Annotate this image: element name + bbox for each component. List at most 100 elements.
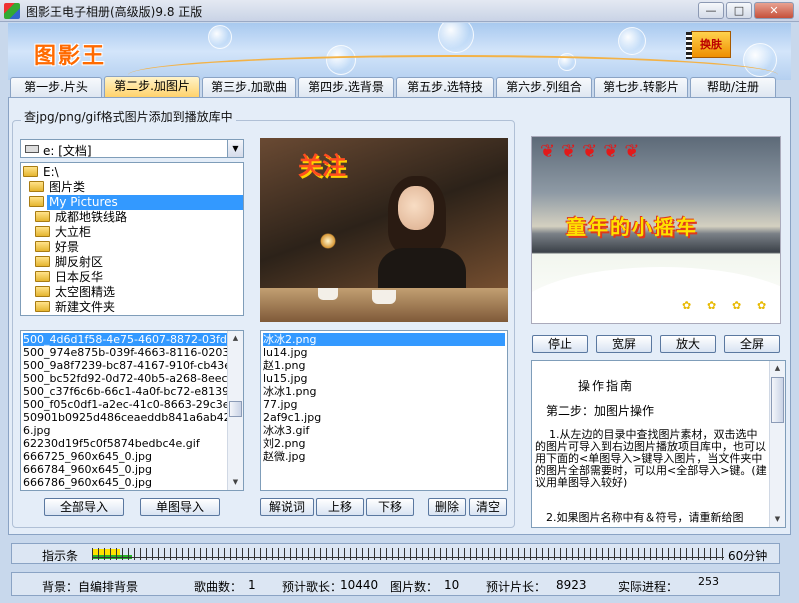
guide-paragraph: 1.从左边的目录中查找图片素材，双击选中的图片可导入到右边图片播放项目库中，也可… [535,428,767,489]
maximize-button[interactable]: □ [726,2,752,19]
tab-step5-effects[interactable]: 第五步.选特技 [396,77,494,98]
tab-step7-export[interactable]: 第七步.转影片 [594,77,688,98]
tab-step2-add-pictures[interactable]: 第二步.加图片 [104,76,200,99]
tab-step3-add-songs[interactable]: 第三步.加歌曲 [202,77,296,98]
dir-item[interactable]: 成都地铁线路 [35,210,243,225]
zoom-button[interactable]: 放大 [660,335,716,353]
clear-button[interactable]: 清空 [469,498,507,516]
skin-button[interactable]: 换肤 [686,31,731,59]
scroll-down-icon[interactable]: ▼ [771,513,784,526]
playlist-item[interactable]: 77.jpg [263,398,505,411]
flower-icon: ✿ [757,299,767,312]
dir-item[interactable]: 脚反射区 [35,255,243,270]
dir-item[interactable]: E:\ [23,165,243,180]
dir-item[interactable]: 图片类 [29,180,243,195]
playlist-item[interactable]: lu14.jpg [263,346,505,359]
playlist-item[interactable]: 2af9c1.jpg [263,411,505,424]
file-item[interactable]: 500_bc52fd92-0d72-40b5-a268-8eec451f [23,372,227,385]
flower-icon: ✿ [732,299,742,312]
narration-button[interactable]: 解说词 [260,498,314,516]
import-single-button[interactable]: 单图导入 [140,498,220,516]
drive-icon [25,145,39,153]
status-songs: 1 [248,578,256,592]
bubble-decoration [438,23,474,53]
dir-item[interactable]: 好景 [35,240,243,255]
file-item-selected[interactable]: 500_4d6d1f58-4e75-4607-8872-03fd67bb [23,333,227,346]
tab-help-register[interactable]: 帮助/注册 [690,77,776,98]
minimize-button[interactable]: — [698,2,724,19]
banner: 图影王 换肤 [8,23,791,80]
playlist-item[interactable]: 赵1.png [263,359,505,372]
dir-item-selected[interactable]: My Pictures [29,195,243,210]
drive-select[interactable]: e: [文档] ▼ [20,139,244,158]
dropdown-arrow-icon[interactable]: ▼ [227,140,243,157]
stop-button[interactable]: 停止 [532,335,588,353]
indicator-label: 指示条 [42,549,79,563]
scroll-thumb[interactable] [229,401,242,417]
scroll-down-icon[interactable]: ▼ [229,476,242,489]
tab-step4-background[interactable]: 第四步.选背景 [298,77,394,98]
fullscreen-button[interactable]: 全屏 [724,335,780,353]
photo-cup [372,290,396,304]
scroll-thumb[interactable] [771,377,784,423]
file-list[interactable]: 500_4d6d1f58-4e75-4607-8872-03fd67bb 500… [20,330,244,491]
operation-guide: 操作指南 第二步：加图片操作 1.从左边的目录中查找图片素材，双击选中的图片可导… [531,360,786,528]
folder-icon [35,286,50,297]
status-pictures-label: 图片数： [390,580,439,594]
scroll-up-icon[interactable]: ▲ [771,362,784,375]
file-list-scrollbar[interactable]: ▲ ▼ [227,331,243,490]
file-item[interactable]: 500_f05c0df1-a2ec-41c0-8663-29c3ee41 [23,398,227,411]
status-progress: 253 [698,575,719,588]
widescreen-button[interactable]: 宽屏 [596,335,652,353]
close-button[interactable]: ✕ [754,2,794,19]
playlist-item-selected[interactable]: 冰冰2.png [263,333,505,346]
folder-icon [35,241,50,252]
open-folder-icon [29,196,44,207]
file-item[interactable]: 6.jpg [23,424,227,437]
app-logo: 图影王 [34,44,107,69]
slideshow-preview: ❦❦❦❦❦ 童年的小摇车 ✿ ✿ ✿ ✿ [531,136,781,324]
lantern-icons: ❦❦❦❦❦ [540,141,646,162]
move-up-button[interactable]: 上移 [316,498,364,516]
directory-tree[interactable]: E:\ 图片类 My Pictures 成都地铁线路 大立柜 好景 脚反射区 日… [20,162,244,316]
guide-step: 第二步：加图片操作 [546,404,655,418]
folder-icon [35,226,50,237]
tab-step6-combine[interactable]: 第六步.列组合 [496,77,592,98]
file-item[interactable]: 500_9a8f7239-bc87-4167-910f-cb43e6bb [23,359,227,372]
app-icon [4,3,20,19]
playlist-item[interactable]: lu15.jpg [263,372,505,385]
move-down-button[interactable]: 下移 [366,498,414,516]
dir-item[interactable]: 太空图精选 [35,285,243,300]
dir-item[interactable]: 新建文件夹 [35,300,243,315]
guide-scrollbar[interactable]: ▲ ▼ [769,361,785,527]
wave-decoration [532,267,780,323]
bubble-decoration [208,25,232,49]
file-item[interactable]: 500_974e875b-039f-4663-8116-0203f8d7 [23,346,227,359]
bubble-decoration [618,27,646,55]
playlist-item[interactable]: 冰冰3.gif [263,424,505,437]
guide-title: 操作指南 [578,379,635,393]
status-songs-label: 歌曲数： [194,580,243,594]
file-item[interactable]: 62230d19f5c0f5874bedbc4e.gif [23,437,227,450]
import-all-button[interactable]: 全部导入 [44,498,124,516]
picture-playlist[interactable]: 冰冰2.png lu14.jpg 赵1.png lu15.jpg 冰冰1.png… [260,330,508,491]
indicator-ticks[interactable] [92,548,724,560]
file-item[interactable]: 500_c37f6c6b-66c1-4a0f-bc72-e813964b [23,385,227,398]
delete-button[interactable]: 删除 [428,498,466,516]
file-item[interactable]: 666786_960x645_0.jpg [23,476,227,489]
step-tabs: 第一步.片头 第二步.加图片 第三步.加歌曲 第四步.选背景 第五步.选特技 第… [8,76,791,99]
flower-icon: ✿ [682,299,692,312]
playlist-item[interactable]: 赵微.jpg [263,450,505,463]
file-item[interactable]: 50901b0925d486ceaeddb841a6ab42af_6 [23,411,227,424]
title-bar: 图影王电子相册(高级版)9.8 正版 — □ ✕ [0,0,799,22]
dir-item[interactable]: 大立柜 [35,225,243,240]
playlist-item[interactable]: 冰冰1.png [263,385,505,398]
file-item[interactable]: 666784_960x645_0.jpg [23,463,227,476]
open-folder-icon [29,181,44,192]
status-song-length-label: 预计歌长： [282,580,343,594]
playlist-item[interactable]: 刘2.png [263,437,505,450]
scroll-up-icon[interactable]: ▲ [229,332,242,345]
dir-item[interactable]: 日本反华 [35,270,243,285]
tab-step1-opening[interactable]: 第一步.片头 [10,77,102,98]
file-item[interactable]: 666725_960x645_0.jpg [23,450,227,463]
